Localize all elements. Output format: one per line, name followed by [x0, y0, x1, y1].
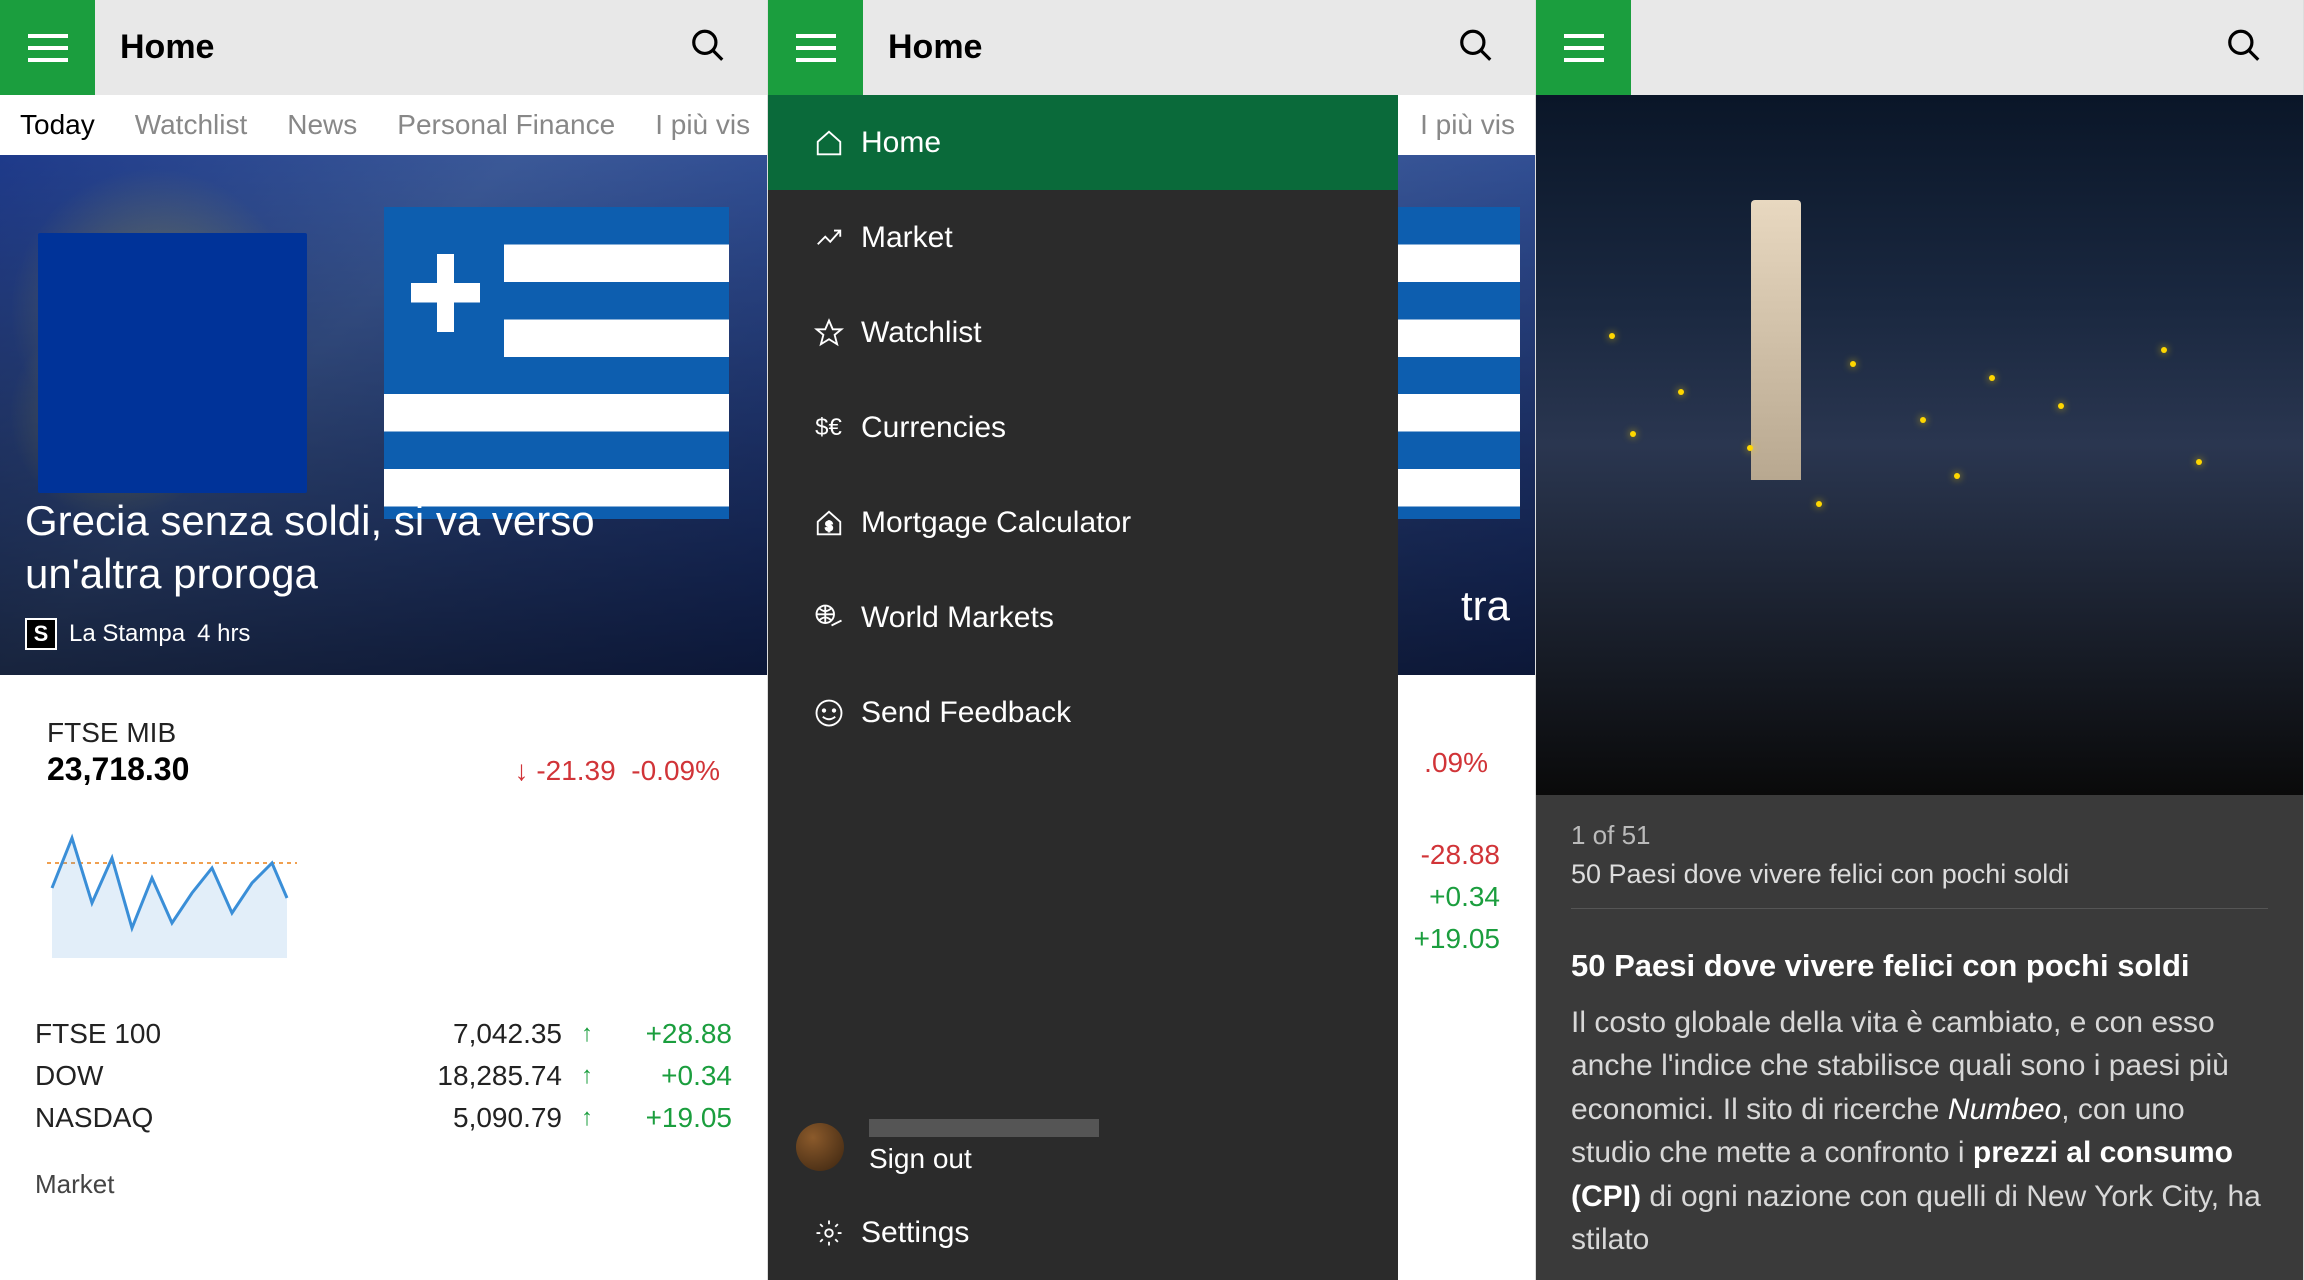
tab-today[interactable]: Today	[20, 109, 95, 141]
article-meta: 1 of 51 50 Paesi dove vivere felici con …	[1536, 795, 2303, 924]
drawer-item-home[interactable]: Home	[768, 95, 1398, 190]
source-name: La Stampa	[69, 620, 185, 648]
avatar	[796, 1123, 844, 1171]
table-row[interactable]: FTSE 100 7,042.35 ↑ +28.88	[35, 1013, 732, 1055]
index-name: FTSE MIB	[47, 717, 720, 749]
search-button[interactable]	[689, 26, 727, 69]
home-icon	[796, 128, 861, 158]
greece-flag-graphic	[384, 207, 729, 519]
index-value: 23,718.30	[47, 751, 189, 788]
tabs-bar: Today Watchlist News Personal Finance I …	[0, 95, 767, 155]
drawer-label: Settings	[861, 1216, 969, 1250]
index-change: ↓ -21.39 -0.09%	[515, 755, 720, 787]
panel-article: 1 of 51 50 Paesi dove vivere felici con …	[1536, 0, 2304, 1280]
article-body[interactable]: 50 Paesi dove vivere felici con pochi so…	[1536, 924, 2303, 1280]
arrow-down-icon: ↓	[515, 755, 529, 786]
hero-card[interactable]: Grecia senza soldi, si va verso un'altra…	[0, 155, 767, 675]
hero-meta: S La Stampa 4 hrs	[25, 618, 742, 650]
city-lights-graphic	[1574, 305, 2264, 585]
watchlist-icon	[796, 318, 861, 348]
arrow-up-icon: ↑	[562, 1020, 612, 1048]
hero-headline: Grecia senza soldi, si va verso un'altra…	[25, 495, 742, 600]
drawer-label: World Markets	[861, 601, 1054, 635]
hamburger-icon	[28, 34, 68, 62]
table-row[interactable]: DOW 18,285.74 ↑ +0.34	[35, 1055, 732, 1097]
drawer-item-watchlist[interactable]: Watchlist	[768, 285, 1398, 380]
drawer-label: Home	[861, 126, 941, 160]
drawer-label: Send Feedback	[861, 696, 1071, 730]
slide-counter: 1 of 51	[1571, 820, 2268, 851]
nav-drawer: Home Market Watchlist $€ Currencies $ Mo…	[768, 95, 1398, 1280]
article-headline: 50 Paesi dove vivere felici con pochi so…	[1571, 944, 2268, 989]
hamburger-button[interactable]	[1536, 0, 1631, 95]
gear-icon	[796, 1218, 861, 1248]
page-title: Home	[888, 28, 982, 67]
svg-text:$: $	[825, 519, 832, 533]
market-icon	[796, 223, 861, 253]
indices-table: FTSE 100 7,042.35 ↑ +28.88 DOW 18,285.74…	[35, 1013, 732, 1139]
drawer-item-mortgage[interactable]: $ Mortgage Calculator	[768, 475, 1398, 570]
hamburger-button[interactable]	[768, 0, 863, 95]
drawer-label: Market	[861, 221, 953, 255]
arrow-up-icon: ↑	[562, 1062, 612, 1090]
tab-watchlist[interactable]: Watchlist	[135, 109, 248, 141]
search-button[interactable]	[1457, 26, 1495, 69]
drawer-item-world-markets[interactable]: World Markets	[768, 570, 1398, 665]
search-icon	[1457, 26, 1495, 64]
feedback-icon	[796, 698, 861, 728]
publish-time: 4 hrs	[197, 620, 250, 648]
sparkline-chart	[47, 808, 720, 958]
source-badge: S	[25, 618, 57, 650]
arrow-up-icon: ↑	[562, 1104, 612, 1132]
tab-personal-finance[interactable]: Personal Finance	[397, 109, 615, 141]
drawer-item-feedback[interactable]: Send Feedback	[768, 665, 1398, 760]
article-hero-image[interactable]	[1536, 95, 2303, 795]
search-icon	[2225, 26, 2263, 64]
drawer-user-section[interactable]: Sign out	[768, 1109, 1398, 1185]
user-name-redacted	[869, 1119, 1099, 1137]
panel-drawer-open: Home I più vis tra .09% -28.88 +0.34 +19…	[768, 0, 1536, 1280]
drawer-item-currencies[interactable]: $€ Currencies	[768, 380, 1398, 475]
article-subtitle: 50 Paesi dove vivere felici con pochi so…	[1571, 859, 2268, 909]
world-markets-icon	[796, 603, 861, 633]
article-view: 1 of 51 50 Paesi dove vivere felici con …	[1536, 95, 2303, 1280]
drawer-label: Currencies	[861, 411, 1006, 445]
drawer-label: Mortgage Calculator	[861, 506, 1131, 540]
header: Home	[768, 0, 1535, 95]
search-icon	[689, 26, 727, 64]
drawer-item-settings[interactable]: Settings	[768, 1185, 1398, 1280]
page-title: Home	[120, 28, 214, 67]
mortgage-icon: $	[796, 508, 861, 538]
drawer-item-market[interactable]: Market	[768, 190, 1398, 285]
tab-news[interactable]: News	[287, 109, 357, 141]
tab-most-viewed[interactable]: I più vis	[655, 109, 750, 141]
section-label: Market	[35, 1169, 732, 1200]
drawer-label: Watchlist	[861, 316, 982, 350]
panel-home: Home Today Watchlist News Personal Finan…	[0, 0, 768, 1280]
currencies-icon: $€	[796, 414, 861, 442]
search-button[interactable]	[2225, 26, 2263, 69]
market-card[interactable]: FTSE MIB 23,718.30 ↓ -21.39 -0.09%	[12, 687, 755, 988]
header: Home	[0, 0, 767, 95]
header	[1536, 0, 2303, 95]
table-row[interactable]: NASDAQ 5,090.79 ↑ +19.05	[35, 1097, 732, 1139]
tab-most-viewed[interactable]: I più vis	[1420, 109, 1515, 141]
hamburger-icon	[796, 34, 836, 62]
sign-out-link[interactable]: Sign out	[869, 1143, 1099, 1175]
eu-flag-graphic	[38, 233, 306, 493]
hamburger-icon	[1564, 34, 1604, 62]
hamburger-button[interactable]	[0, 0, 95, 95]
